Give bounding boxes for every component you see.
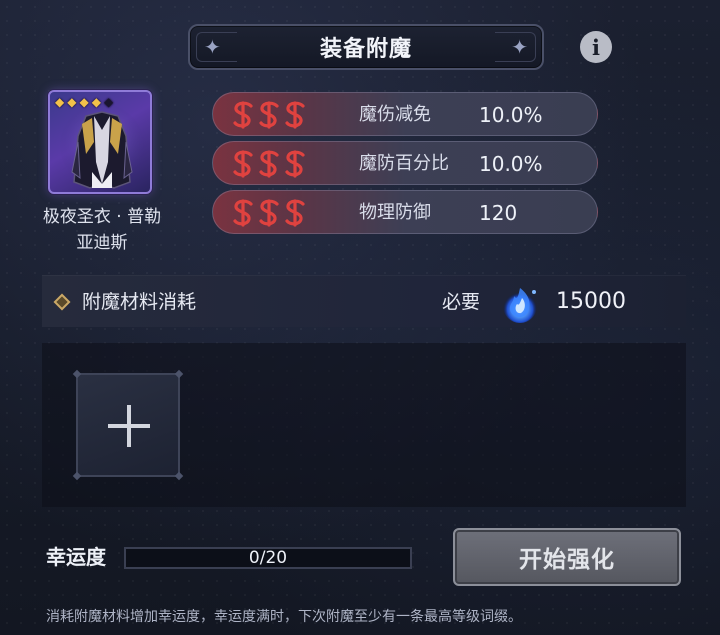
rune-s-icon: [233, 150, 253, 178]
rune-s-icon: [285, 101, 305, 129]
material-cost-header: 附魔材料消耗 必要 15000: [42, 275, 686, 327]
equipment-name: 极夜圣衣 · 普勒 亚迪斯: [42, 207, 162, 253]
corner-ornament: [72, 471, 82, 481]
corner-ornament: [72, 369, 82, 379]
rarity-star-filled-icon: ◆: [55, 95, 65, 109]
attribute-name: 魔防百分比: [359, 153, 449, 174]
luck-progress-bar: 0/20: [124, 547, 412, 569]
attribute-name: 魔伤减免: [359, 104, 431, 125]
rarity-star-filled-icon: ◆: [67, 95, 77, 109]
attribute-value: 120: [479, 201, 518, 225]
sparkle-icon: ✦: [204, 35, 221, 59]
rarity-star-filled-icon: ◆: [91, 95, 101, 109]
attribute-row: 魔伤减免 10.0%: [212, 92, 598, 136]
required-amount: 15000: [556, 289, 626, 314]
material-slot-panel: [42, 343, 686, 507]
attribute-row: 物理防御 120: [212, 190, 598, 234]
robe-armor-icon: [60, 104, 144, 189]
blue-spirit-fire-icon: [503, 288, 537, 323]
attribute-name: 物理防御: [359, 202, 431, 223]
plus-icon: [108, 405, 150, 447]
rune-s-icon: [285, 150, 305, 178]
corner-ornament: [174, 471, 184, 481]
rune-s-icon: [233, 199, 253, 227]
rune-s-icon: [259, 150, 279, 178]
equipment-card[interactable]: ◆ ◆ ◆ ◆ ◆: [48, 90, 152, 194]
hint-text: 消耗附魔材料增加幸运度，幸运度满时，下次附魔至少有一条最高等级词缀。: [46, 609, 522, 625]
sparkle-icon: ✦: [511, 35, 528, 59]
title-bar: ✦ 装备附魔 ✦: [188, 24, 544, 70]
rarity-star-filled-icon: ◆: [79, 95, 89, 109]
rune-s-icon: [231, 199, 307, 227]
attribute-row: 魔防百分比 10.0%: [212, 141, 598, 185]
start-enhance-label: 开始强化: [519, 547, 615, 573]
attribute-value: 10.0%: [479, 152, 543, 176]
rune-s-icon: [259, 199, 279, 227]
start-enhance-button[interactable]: 开始强化: [453, 528, 681, 586]
rune-s-icon: [259, 101, 279, 129]
rarity-star-empty-icon: ◆: [103, 95, 114, 109]
page-title: 装备附魔: [319, 37, 412, 62]
diamond-icon: [53, 293, 71, 311]
rune-s-icon: [231, 101, 307, 129]
info-icon: i: [592, 34, 600, 60]
rarity-stars: ◆ ◆ ◆ ◆ ◆: [55, 95, 113, 109]
rune-s-icon: [231, 150, 307, 178]
luck-progress-text: 0/20: [248, 548, 288, 568]
attribute-value: 10.0%: [479, 103, 543, 127]
info-button[interactable]: i: [580, 31, 612, 63]
rune-s-icon: [233, 101, 253, 129]
corner-ornament: [174, 369, 184, 379]
material-cost-label: 附魔材料消耗: [82, 291, 197, 313]
rune-s-icon: [285, 199, 305, 227]
required-label: 必要: [442, 291, 481, 313]
add-material-button[interactable]: [72, 369, 184, 481]
luck-label: 幸运度: [46, 545, 106, 569]
